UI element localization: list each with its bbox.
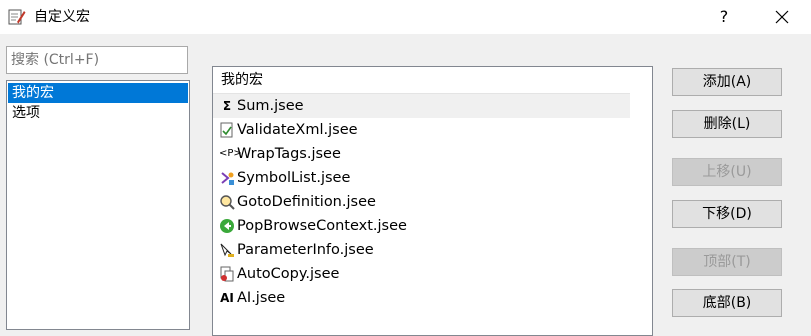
parameter-icon [219, 242, 235, 258]
macro-label: WrapTags.jsee [237, 146, 341, 162]
list-item[interactable]: Σ Sum.jsee [213, 94, 630, 118]
list-item[interactable]: SymbolList.jsee [213, 166, 630, 190]
title-bar: 自定义宏 ? [0, 0, 811, 34]
list-item[interactable]: ValidateXml.jsee [213, 118, 630, 142]
back-arrow-icon [219, 218, 235, 234]
delete-button[interactable]: 删除(L) [672, 110, 782, 138]
list-item[interactable]: GotoDefinition.jsee [213, 190, 630, 214]
sigma-icon: Σ [222, 99, 232, 113]
list-item[interactable]: AI AI.jsee [213, 286, 630, 310]
macro-list: 我的宏 Σ Sum.jsee ValidateXml.jsee <P> Wrap… [212, 66, 653, 336]
tags-icon: <P> [219, 148, 242, 159]
category-item-options[interactable]: 选项 [8, 103, 188, 123]
app-icon [8, 8, 26, 26]
move-up-button[interactable]: 上移(U) [672, 158, 782, 186]
close-button[interactable] [757, 0, 807, 34]
copy-icon [219, 266, 235, 282]
list-item[interactable]: PopBrowseContext.jsee [213, 214, 630, 238]
search-input[interactable] [6, 46, 188, 74]
macro-label: ValidateXml.jsee [237, 122, 358, 138]
category-list: 我的宏 选项 [6, 80, 190, 330]
close-icon [775, 10, 789, 24]
magnifier-icon [219, 194, 235, 210]
macro-label: GotoDefinition.jsee [237, 194, 376, 210]
move-down-button[interactable]: 下移(D) [672, 200, 782, 228]
macro-list-header: 我的宏 [213, 67, 630, 94]
move-to-bottom-button[interactable]: 底部(B) [672, 289, 782, 317]
macro-label: AutoCopy.jsee [237, 266, 340, 282]
macro-label: PopBrowseContext.jsee [237, 218, 407, 234]
list-item[interactable]: ParameterInfo.jsee [213, 238, 630, 262]
window-title: 自定义宏 [34, 9, 90, 25]
symbols-icon [219, 170, 235, 186]
macro-label: Sum.jsee [237, 98, 304, 114]
macro-label: AI.jsee [237, 290, 286, 306]
document-check-icon [219, 122, 235, 138]
add-button[interactable]: 添加(A) [672, 68, 782, 96]
macro-label: ParameterInfo.jsee [237, 242, 374, 258]
list-item[interactable]: AutoCopy.jsee [213, 262, 630, 286]
help-button[interactable]: ? [701, 0, 747, 34]
category-item-my-macros[interactable]: 我的宏 [8, 83, 188, 103]
ai-icon: AI [220, 291, 234, 305]
macro-label: SymbolList.jsee [237, 170, 351, 186]
list-item[interactable]: <P> WrapTags.jsee [213, 142, 630, 166]
move-to-top-button[interactable]: 顶部(T) [672, 248, 782, 276]
